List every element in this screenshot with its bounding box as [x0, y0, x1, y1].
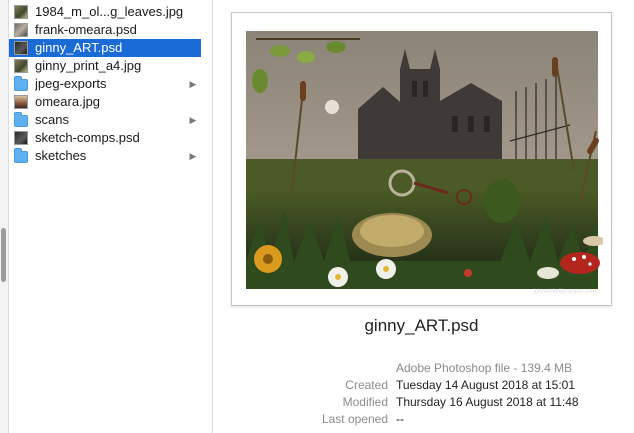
file-label: 1984_m_ol...g_leaves.jpg	[35, 4, 184, 19]
file-label: jpeg-exports	[35, 76, 107, 91]
file-label: ginny_ART.psd	[35, 40, 123, 55]
file-label: omeara.jpg	[35, 94, 101, 109]
meta-value: Thursday 16 August 2018 at 11:48	[396, 395, 579, 409]
file-row-omeara[interactable]: omeara.jpg	[9, 93, 201, 111]
meta-row-created: Created Tuesday 14 August 2018 at 15:01	[231, 378, 631, 395]
psd-file-icon	[14, 131, 28, 145]
sidebar-edge	[0, 0, 9, 433]
chevron-right-icon: ▶	[189, 78, 197, 89]
meta-value: Tuesday 14 August 2018 at 15:01	[396, 378, 576, 392]
meta-key: Last opened	[321, 412, 388, 426]
file-label: frank-omeara.psd	[35, 22, 137, 37]
psd-file-icon	[14, 41, 28, 55]
file-column: 1984_m_ol...g_leaves.jpg frank-omeara.ps…	[9, 0, 201, 433]
artwork-preview: johnwhiteillustrator.com	[240, 21, 603, 297]
meta-row-last-opened: Last opened --	[231, 412, 631, 429]
folder-icon	[14, 112, 28, 127]
file-row-frank-omeara[interactable]: frank-omeara.psd	[9, 21, 201, 39]
artwork-watermark: johnwhiteillustrator.com	[533, 289, 596, 295]
column-divider[interactable]	[212, 0, 213, 433]
file-label: scans	[35, 112, 69, 127]
file-row-sketch-comps[interactable]: sketch-comps.psd	[9, 129, 201, 147]
preview-filename: ginny_ART.psd	[364, 316, 479, 335]
folder-icon	[14, 76, 28, 91]
image-file-icon	[14, 59, 28, 73]
image-file-icon	[14, 5, 28, 19]
meta-key: Created	[345, 378, 388, 392]
folder-icon	[14, 148, 28, 163]
chevron-right-icon: ▶	[189, 114, 197, 125]
meta-key: Modified	[342, 395, 388, 409]
file-row-jpeg-exports[interactable]: jpeg-exports ▶	[9, 75, 201, 93]
file-label: sketches	[35, 148, 87, 163]
file-row-scans[interactable]: scans ▶	[9, 111, 201, 129]
chevron-right-icon: ▶	[189, 150, 197, 161]
psd-file-icon	[14, 23, 28, 37]
file-kind-size: Adobe Photoshop file - 139.4 MB	[396, 361, 573, 375]
image-file-icon	[14, 95, 28, 109]
file-row-1984-leaves[interactable]: 1984_m_ol...g_leaves.jpg	[9, 3, 201, 21]
preview-thumbnail: johnwhiteillustrator.com	[231, 12, 612, 306]
sidebar-scrollbar[interactable]	[1, 228, 6, 282]
file-row-ginny-art[interactable]: ginny_ART.psd	[9, 39, 201, 57]
meta-value: --	[396, 412, 404, 426]
file-row-ginny-print[interactable]: ginny_print_a4.jpg	[9, 57, 201, 75]
meta-row-modified: Modified Thursday 16 August 2018 at 11:4…	[231, 395, 631, 412]
file-row-sketches[interactable]: sketches ▶	[9, 147, 201, 165]
file-label: sketch-comps.psd	[35, 130, 140, 145]
file-label: ginny_print_a4.jpg	[35, 58, 142, 73]
